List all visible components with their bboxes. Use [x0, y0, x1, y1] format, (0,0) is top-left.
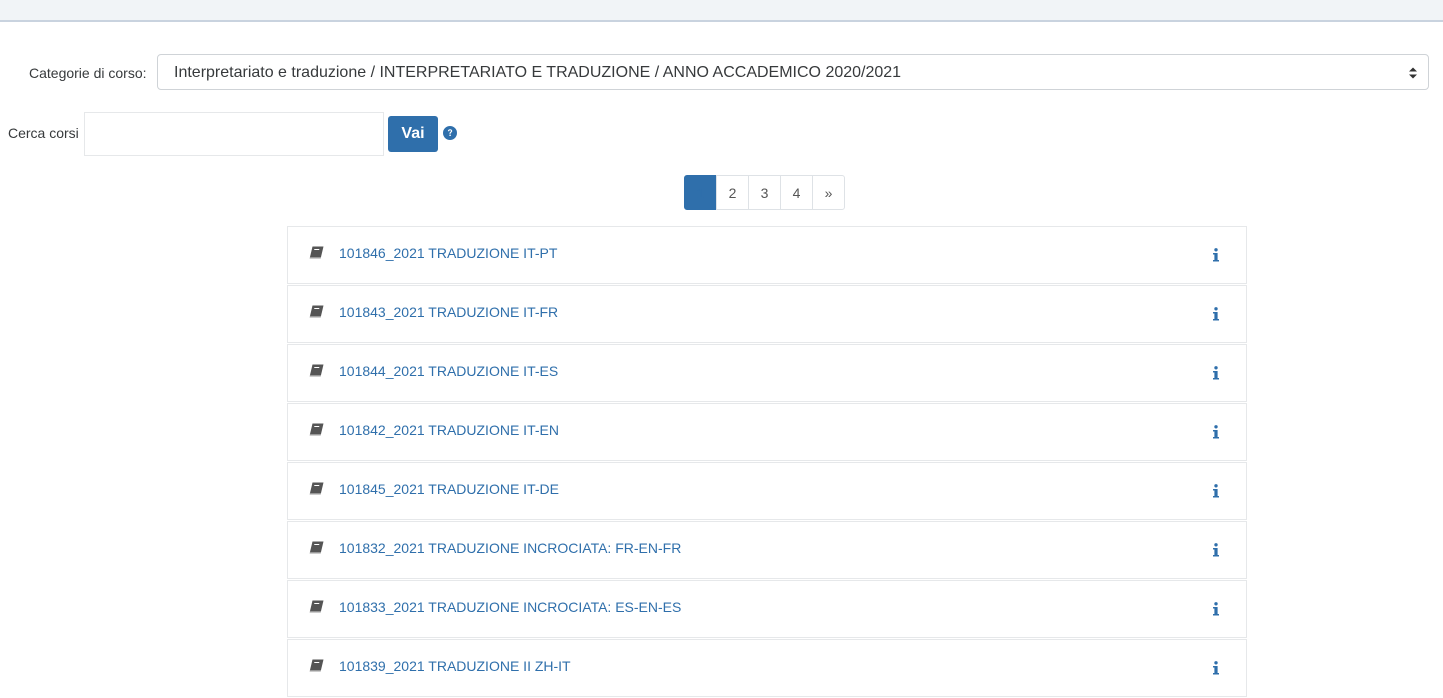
info-icon[interactable] [1211, 661, 1221, 675]
page-link-4[interactable]: 4 [780, 175, 813, 210]
course-list-item: 101844_2021 TRADUZIONE IT-ES [287, 344, 1247, 402]
course-list-item: 101839_2021 TRADUZIONE II ZH-IT [287, 639, 1247, 697]
page-link-3[interactable]: 3 [748, 175, 781, 210]
course-link[interactable]: 101846_2021 TRADUZIONE IT-PT [339, 245, 557, 261]
pagination: 1 2 3 4 » [684, 175, 845, 210]
course-link[interactable]: 101832_2021 TRADUZIONE INCROCIATA: FR-EN… [339, 540, 681, 556]
category-select[interactable]: Interpretariato e traduzione / INTERPRET… [157, 54, 1429, 90]
course-list-item: 101843_2021 TRADUZIONE IT-FR [287, 285, 1247, 343]
course-link[interactable]: 101844_2021 TRADUZIONE IT-ES [339, 363, 558, 379]
book-icon [309, 423, 324, 436]
course-list-item: 101842_2021 TRADUZIONE IT-EN [287, 403, 1247, 461]
course-link[interactable]: 101839_2021 TRADUZIONE II ZH-IT [339, 658, 571, 674]
category-row: Categorie di corso: Interpretariato e tr… [0, 54, 1443, 92]
book-icon [309, 305, 324, 318]
course-list-item: 101832_2021 TRADUZIONE INCROCIATA: FR-EN… [287, 521, 1247, 579]
course-list: 101846_2021 TRADUZIONE IT-PT 101843_2021… [287, 226, 1247, 698]
info-icon[interactable] [1211, 425, 1221, 439]
course-search-form: Cerca corsi Vai [0, 112, 600, 156]
sort-arrows-icon [1409, 67, 1417, 79]
course-link[interactable]: 101842_2021 TRADUZIONE IT-EN [339, 422, 559, 438]
info-icon[interactable] [1211, 248, 1221, 262]
info-icon[interactable] [1211, 602, 1221, 616]
search-submit-button[interactable]: Vai [388, 116, 438, 152]
category-selected-value: Interpretariato e traduzione / INTERPRET… [174, 64, 902, 81]
info-icon[interactable] [1211, 484, 1221, 498]
course-list-item: 101845_2021 TRADUZIONE IT-DE [287, 462, 1247, 520]
category-label: Categorie di corso: [29, 65, 147, 81]
search-label: Cerca corsi [8, 125, 79, 141]
question-circle-icon[interactable] [443, 126, 457, 140]
page-link-2[interactable]: 2 [716, 175, 749, 210]
book-icon [309, 659, 324, 672]
page-link-next[interactable]: » [812, 175, 845, 210]
course-link[interactable]: 101843_2021 TRADUZIONE IT-FR [339, 304, 558, 320]
course-list-item: 101846_2021 TRADUZIONE IT-PT [287, 226, 1247, 284]
book-icon [309, 600, 324, 613]
book-icon [309, 482, 324, 495]
course-link[interactable]: 101833_2021 TRADUZIONE INCROCIATA: ES-EN… [339, 599, 681, 615]
course-link[interactable]: 101845_2021 TRADUZIONE IT-DE [339, 481, 559, 497]
book-icon [309, 364, 324, 377]
info-icon[interactable] [1211, 307, 1221, 321]
book-icon [309, 541, 324, 554]
course-list-item: 101833_2021 TRADUZIONE INCROCIATA: ES-EN… [287, 580, 1247, 638]
info-icon[interactable] [1211, 543, 1221, 557]
top-bar [0, 0, 1443, 22]
search-input[interactable] [84, 112, 384, 156]
book-icon [309, 246, 324, 259]
page-link-1[interactable]: 1 [684, 175, 717, 210]
info-icon[interactable] [1211, 366, 1221, 380]
